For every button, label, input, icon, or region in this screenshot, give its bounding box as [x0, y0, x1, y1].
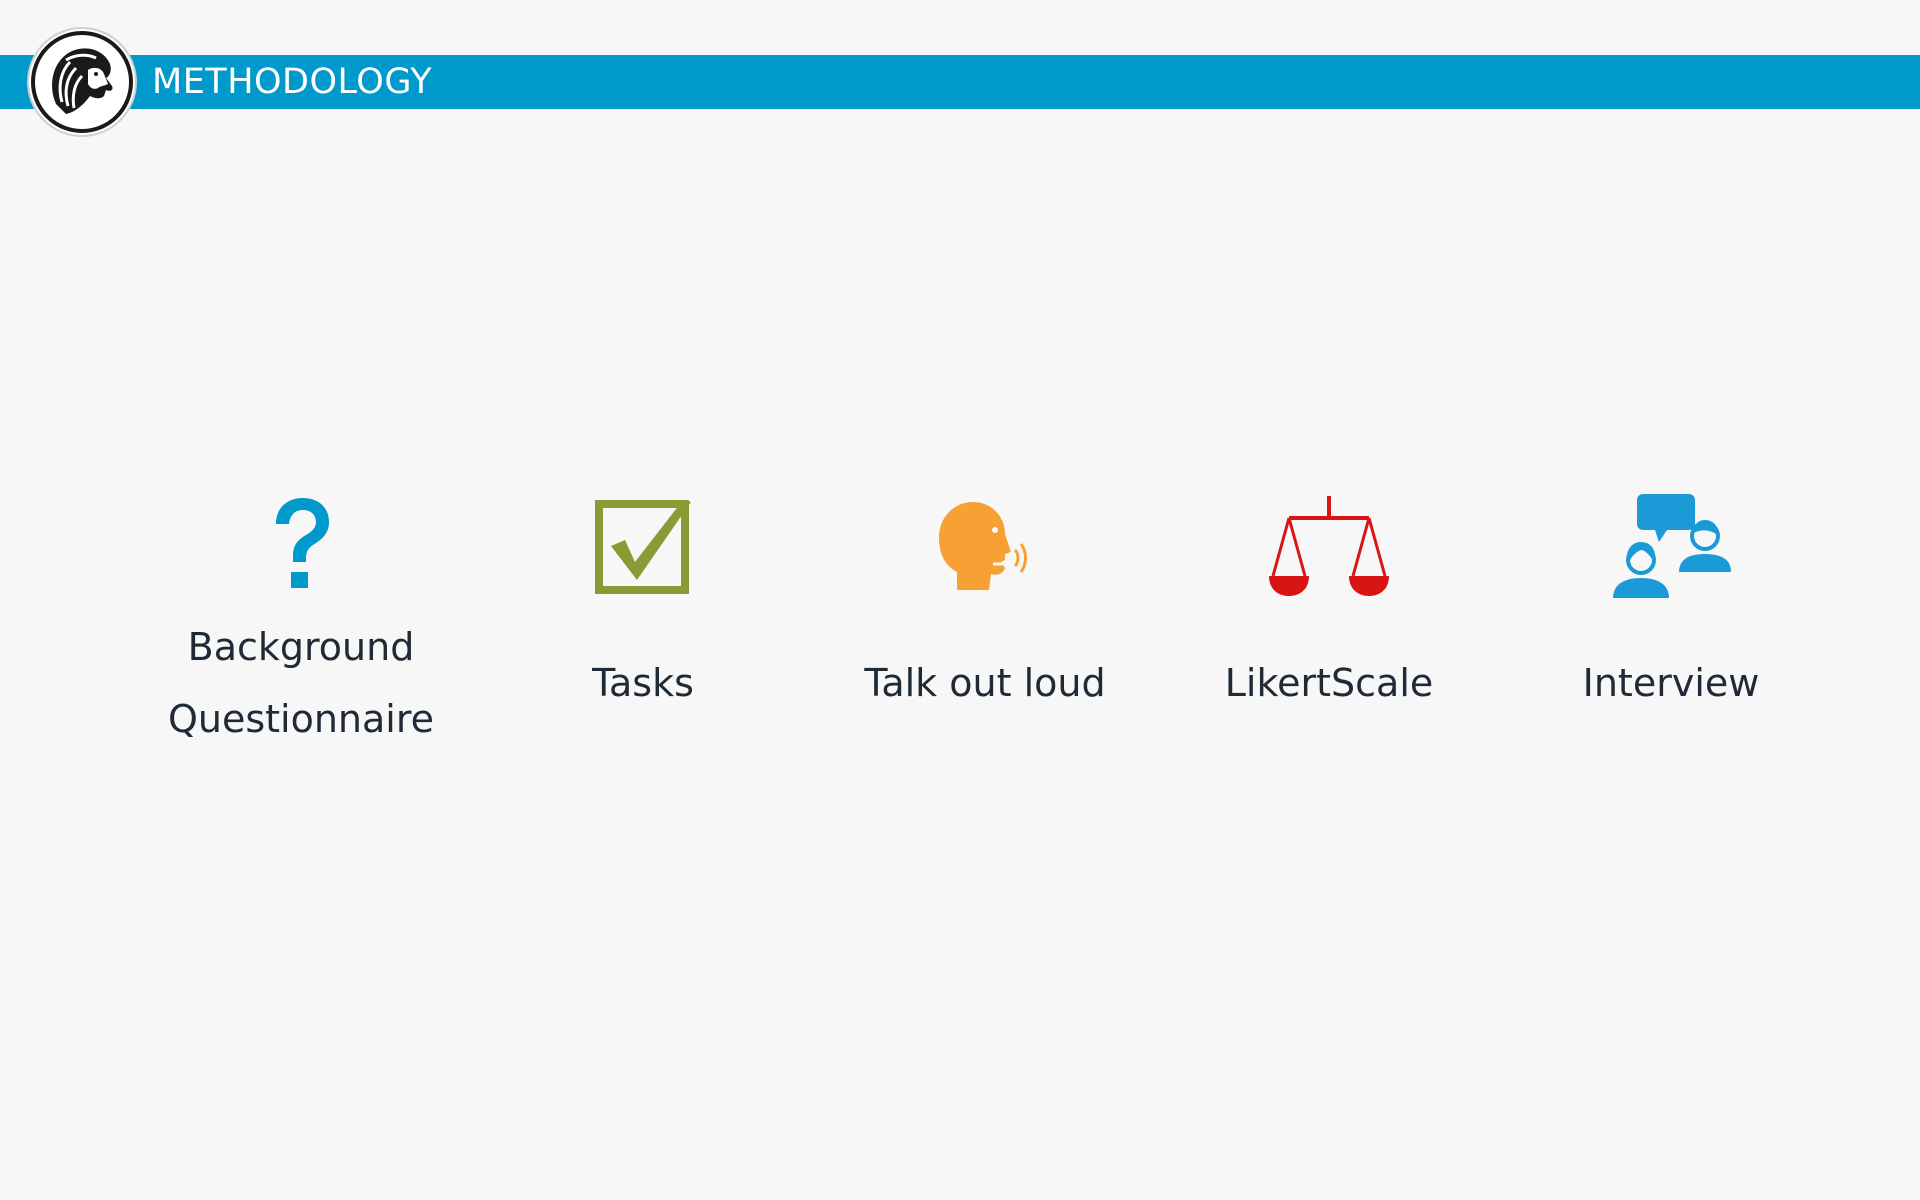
- item-label: LikertScale: [1224, 660, 1434, 705]
- page-title: METHODOLOGY: [152, 62, 433, 102]
- lion-logo-icon: [27, 27, 137, 137]
- slide: METHODOLOGY Background Questionnaire Tas…: [0, 0, 1920, 1200]
- list-item-talk-out-loud: Talk out loud: [825, 480, 1145, 755]
- interview-people-icon: [1613, 494, 1731, 598]
- item-label: Tasks: [592, 660, 694, 705]
- methodology-list: Background Questionnaire Tasks Talk out …: [0, 480, 1920, 800]
- list-item-background-questionnaire: Background Questionnaire: [141, 480, 461, 755]
- list-item-likert-scale: LikertScale: [1169, 480, 1489, 755]
- list-item-tasks: Tasks: [483, 480, 803, 755]
- item-label: Interview: [1582, 660, 1760, 705]
- checkbox-checked-icon: [595, 500, 691, 594]
- balance-scale-icon: [1269, 496, 1389, 596]
- item-label: Background Questionnaire: [167, 624, 435, 741]
- question-mark-icon: [276, 498, 329, 588]
- list-item-interview: Interview: [1511, 480, 1831, 755]
- speaking-head-icon: [939, 502, 1027, 590]
- item-label: Talk out loud: [864, 660, 1106, 705]
